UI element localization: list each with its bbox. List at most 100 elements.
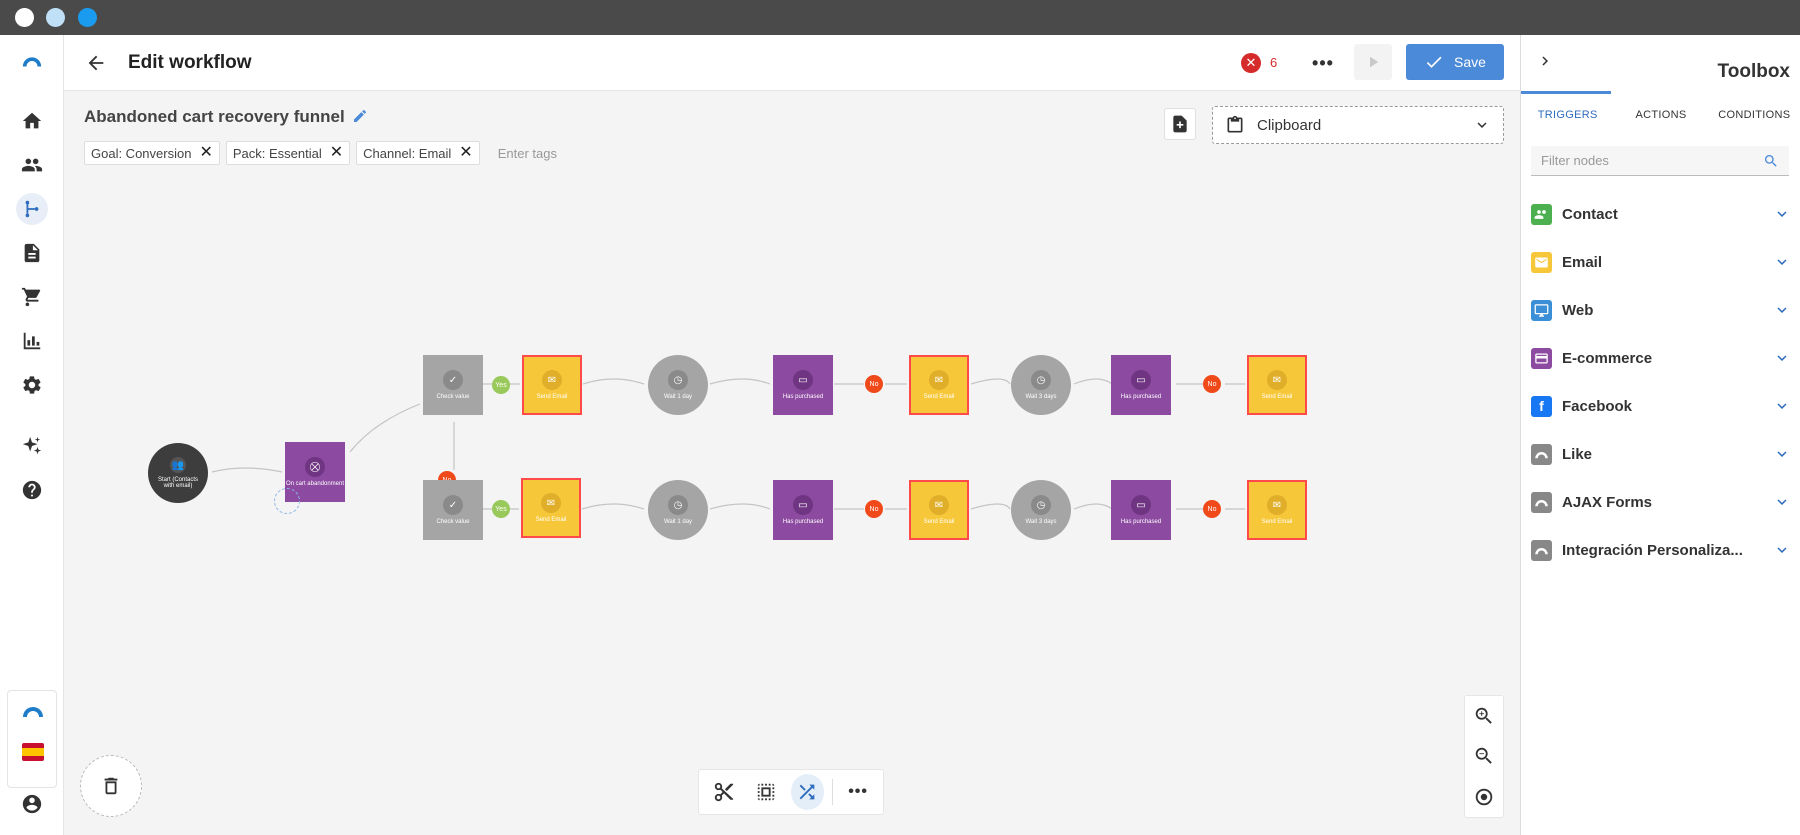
play-icon <box>1370 56 1379 68</box>
has-purchased-node[interactable]: ▭ Has purchased <box>773 480 833 540</box>
email-icon: ✉ <box>541 493 561 513</box>
check-icon: ✓ <box>443 370 463 390</box>
tab-actions[interactable]: ACTIONS <box>1614 103 1707 133</box>
canvas-toolbar: ••• <box>698 769 884 815</box>
spain-flag-icon[interactable] <box>22 743 44 761</box>
reports-nav-icon[interactable] <box>16 325 48 357</box>
add-note-button[interactable] <box>1164 108 1196 140</box>
email-icon <box>1531 251 1552 273</box>
home-icon[interactable] <box>16 105 48 137</box>
center-view-icon[interactable] <box>1473 786 1495 808</box>
tag-chip: Channel: Email ✕ <box>356 141 480 165</box>
category-like[interactable]: Like <box>1531 430 1791 478</box>
tag-chip: Goal: Conversion ✕ <box>84 141 220 165</box>
tag-input[interactable]: Enter tags <box>498 146 557 161</box>
clock-icon: ◷ <box>1031 495 1051 515</box>
workflow-canvas[interactable]: Abandoned cart recovery funnel Goal: Con… <box>64 92 1520 835</box>
card-icon: ▭ <box>1131 495 1151 515</box>
content-nav-icon[interactable] <box>16 237 48 269</box>
window-maximize-dot[interactable] <box>78 8 97 27</box>
auto-arrange-icon[interactable] <box>790 774 825 810</box>
category-web[interactable]: Web <box>1531 286 1791 334</box>
error-count[interactable]: 6 <box>1270 55 1277 70</box>
zoom-in-icon[interactable] <box>1473 705 1495 727</box>
remove-tag-icon[interactable]: ✕ <box>330 145 343 161</box>
chevron-down-icon <box>1777 499 1787 505</box>
contacts-nav-icon[interactable] <box>16 149 48 181</box>
trash-icon <box>104 777 118 795</box>
wait-node[interactable]: ◷ Wait 1 day <box>648 355 708 415</box>
window-close-dot[interactable] <box>15 8 34 27</box>
zoom-controls <box>1464 695 1504 818</box>
wait-node[interactable]: ◷ Wait 3 days <box>1011 355 1071 415</box>
category-integracion-personalizada[interactable]: Integración Personaliza... <box>1531 526 1791 574</box>
toolbox-tabs: TRIGGERS ACTIONS CONDITIONS <box>1521 103 1800 133</box>
category-email[interactable]: Email <box>1531 238 1791 286</box>
chevron-down-icon <box>1777 355 1787 361</box>
window-minimize-dot[interactable] <box>46 8 65 27</box>
tab-conditions[interactable]: CONDITIONS <box>1708 103 1800 133</box>
delete-drop-zone[interactable] <box>80 755 142 817</box>
back-button[interactable] <box>82 49 110 77</box>
category-contact[interactable]: Contact <box>1531 190 1791 238</box>
help-nav-icon[interactable] <box>16 474 48 506</box>
chevron-down-icon <box>1477 122 1487 128</box>
email-icon: ✉ <box>1267 495 1287 515</box>
clipboard-label: Clipboard <box>1257 116 1322 134</box>
has-purchased-node[interactable]: ▭ Has purchased <box>1111 480 1171 540</box>
send-email-node[interactable]: ✉ Send Email <box>909 355 969 415</box>
save-button[interactable]: Save <box>1406 44 1504 80</box>
send-email-node[interactable]: ✉ Send Email <box>522 355 582 415</box>
workflows-nav-icon[interactable] <box>16 193 48 225</box>
more-tools-icon[interactable]: ••• <box>841 774 875 810</box>
run-button[interactable] <box>1354 44 1392 80</box>
yes-branch-label: Yes <box>492 500 510 518</box>
card-icon: ▭ <box>1131 370 1151 390</box>
send-email-node[interactable]: ✉ Send Email <box>521 478 581 538</box>
remove-tag-icon[interactable]: ✕ <box>199 145 212 161</box>
send-email-node[interactable]: ✉ Send Email <box>1247 480 1307 540</box>
wait-node[interactable]: ◷ Wait 1 day <box>648 480 708 540</box>
user-account-icon[interactable] <box>16 788 48 820</box>
account-switcher[interactable] <box>7 690 57 788</box>
tag-list: Goal: Conversion ✕ Pack: Essential ✕ Chann… <box>84 141 557 165</box>
ai-sparkle-nav-icon[interactable] <box>16 430 48 462</box>
search-icon <box>1765 154 1777 167</box>
send-email-node[interactable]: ✉ Send Email <box>909 480 969 540</box>
start-node[interactable]: 👥 Start (Contacts with email) <box>148 443 208 503</box>
error-icon[interactable]: ✕ <box>1241 53 1261 73</box>
filter-nodes-input[interactable]: Filter nodes <box>1531 146 1789 176</box>
send-email-node[interactable]: ✉ Send Email <box>1247 355 1307 415</box>
more-options-icon[interactable]: ••• <box>1310 51 1336 75</box>
category-ajax-forms[interactable]: AJAX Forms <box>1531 478 1791 526</box>
email-icon: ✉ <box>542 370 562 390</box>
clipboard-select[interactable]: Clipboard <box>1212 106 1504 144</box>
contacts-icon <box>1531 203 1552 225</box>
has-purchased-node[interactable]: ▭ Has purchased <box>773 355 833 415</box>
has-purchased-node[interactable]: ▭ Has purchased <box>1111 355 1171 415</box>
cart-nav-icon[interactable] <box>16 281 48 313</box>
check-value-node[interactable]: ✓ Check value <box>423 355 483 415</box>
collapse-toolbox-icon[interactable] <box>1535 51 1555 71</box>
zoom-out-icon[interactable] <box>1473 745 1495 767</box>
clock-icon: ◷ <box>668 370 688 390</box>
app-header: Edit workflow ✕ 6 ••• Save <box>64 35 1520 91</box>
category-facebook[interactable]: f Facebook <box>1531 382 1791 430</box>
connector-handle[interactable] <box>274 488 300 514</box>
brand-logo-icon[interactable] <box>16 45 48 77</box>
email-icon: ✉ <box>929 370 949 390</box>
scissors-icon[interactable] <box>707 774 741 810</box>
check-value-node[interactable]: ✓ Check value <box>423 480 483 540</box>
select-area-icon[interactable] <box>749 774 783 810</box>
tab-triggers[interactable]: TRIGGERS <box>1521 103 1614 133</box>
chevron-down-icon <box>1777 211 1787 217</box>
settings-nav-icon[interactable] <box>16 369 48 401</box>
edit-name-icon[interactable] <box>352 108 368 124</box>
category-ecommerce[interactable]: E-commerce <box>1531 334 1791 382</box>
chevron-down-icon <box>1777 307 1787 313</box>
remove-tag-icon[interactable]: ✕ <box>459 145 472 161</box>
wait-node[interactable]: ◷ Wait 3 days <box>1011 480 1071 540</box>
connectif-icon <box>1531 539 1552 561</box>
toolbox-panel: Toolbox TRIGGERS ACTIONS CONDITIONS Filt… <box>1520 35 1800 835</box>
connectif-logo-icon <box>21 705 45 719</box>
